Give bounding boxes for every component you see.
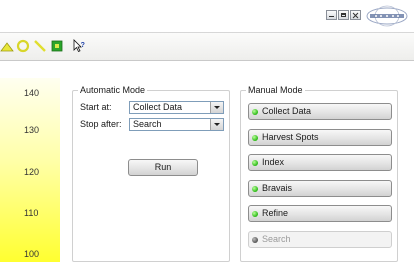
scale-tick: 100	[24, 249, 40, 259]
index-label: Index	[262, 157, 285, 167]
svg-text:?: ?	[81, 42, 85, 49]
toolbar: ?	[0, 32, 414, 61]
start-at-select[interactable]: Collect Data	[129, 101, 224, 114]
harvest-spots-button[interactable]: Harvest Spots	[248, 129, 392, 146]
scale-tick: 110	[24, 208, 39, 218]
status-dot-icon	[252, 135, 258, 141]
run-label: Run	[154, 162, 172, 172]
help-cursor-icon[interactable]: ?	[72, 39, 86, 53]
circle-icon[interactable]	[16, 39, 30, 53]
status-dot-icon	[252, 109, 258, 115]
status-dot-icon	[252, 211, 258, 217]
minimize-button[interactable]	[326, 10, 337, 20]
line-icon[interactable]	[33, 39, 47, 53]
title-bar	[0, 0, 414, 31]
start-at-value: Collect Data	[133, 102, 183, 112]
search-label: Search	[262, 234, 291, 244]
square-icon[interactable]	[50, 39, 64, 53]
stop-after-select[interactable]: Search	[129, 118, 224, 131]
status-dot-icon	[252, 237, 258, 243]
manual-mode-group: Manual Mode Collect Data Harvest Spots I…	[240, 85, 398, 262]
index-button[interactable]: Index	[248, 154, 392, 171]
bravais-label: Bravais	[262, 183, 293, 193]
run-button[interactable]: Run	[128, 159, 198, 176]
app-logo	[366, 5, 408, 27]
automatic-mode-group: Automatic Mode Start at: Collect Data St…	[72, 85, 230, 262]
bravais-button[interactable]: Bravais	[248, 180, 392, 197]
scale-tick: 140	[24, 88, 40, 98]
stop-after-label: Stop after:	[80, 119, 122, 129]
automatic-mode-title: Automatic Mode	[78, 85, 148, 95]
search-button[interactable]: Search	[248, 231, 392, 248]
refine-button[interactable]: Refine	[248, 205, 392, 222]
manual-mode-title: Manual Mode	[246, 85, 305, 95]
chevron-down-icon[interactable]	[210, 119, 223, 130]
refine-label: Refine	[262, 208, 289, 218]
close-button[interactable]	[350, 10, 361, 20]
stop-after-value: Search	[133, 119, 162, 129]
collect-data-label: Collect Data	[262, 106, 312, 116]
harvest-spots-label: Harvest Spots	[262, 132, 319, 142]
status-dot-icon	[252, 160, 258, 166]
scale-tick: 120	[24, 167, 40, 177]
start-at-label: Start at:	[80, 102, 112, 112]
window-controls	[326, 10, 361, 20]
maximize-button[interactable]	[338, 10, 349, 20]
scale-tick: 130	[24, 125, 40, 135]
status-dot-icon	[252, 186, 258, 192]
collect-data-button[interactable]: Collect Data	[248, 103, 392, 120]
intensity-scale: 140 130 120 110 100	[0, 78, 60, 262]
chevron-down-icon[interactable]	[210, 102, 223, 113]
triangle-icon[interactable]	[0, 39, 14, 53]
